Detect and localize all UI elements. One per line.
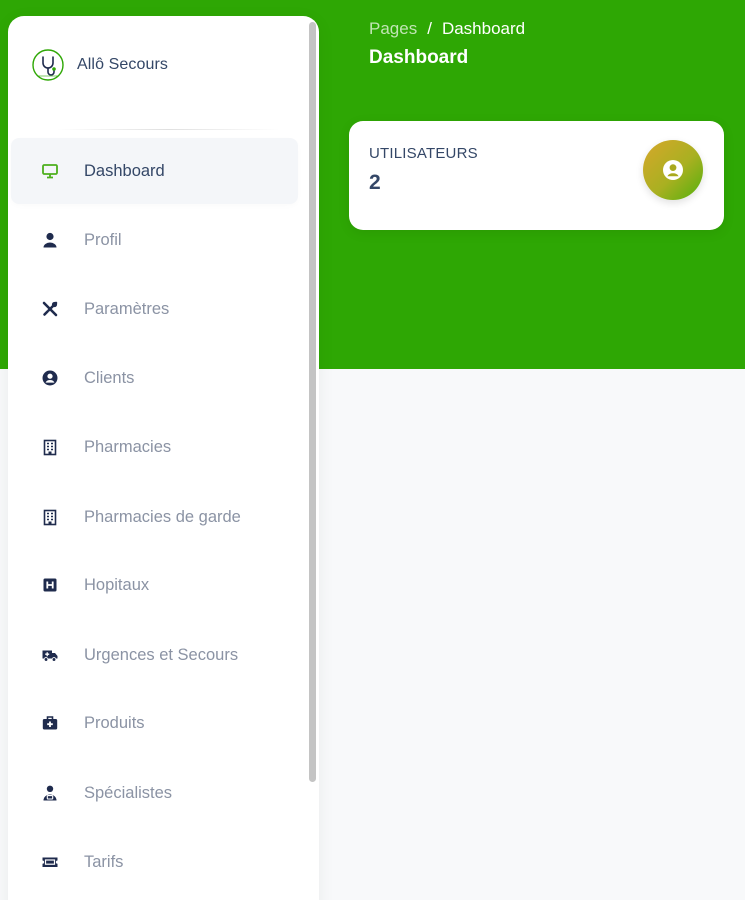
sidebar-item-label: Urgences et Secours <box>84 645 239 664</box>
breadcrumb: Pages / Dashboard <box>369 19 525 39</box>
brand-name: Allô Secours <box>77 56 169 73</box>
sidebar-item-label: Spécialistes <box>84 783 173 802</box>
sidebar-item-label: Dashboard <box>84 161 165 180</box>
user-circle-icon <box>663 160 683 180</box>
sidebar-item-produits[interactable]: Produits <box>11 690 298 756</box>
user-icon <box>40 230 60 250</box>
sidebar-item-pharmacies[interactable]: Pharmacies <box>11 414 298 480</box>
sidebar-item-label: Produits <box>84 713 145 732</box>
sidebar-item-label: Paramètres <box>84 299 170 318</box>
building-icon <box>40 437 60 457</box>
sidebar-item-clients[interactable]: Clients <box>11 345 298 411</box>
stat-value: 2 <box>369 171 381 194</box>
ticket-icon <box>40 852 60 872</box>
breadcrumb-current: Dashboard <box>441 19 526 38</box>
sidebar-item-dashboard[interactable]: Dashboard <box>11 138 298 204</box>
user-circle-icon <box>40 368 60 388</box>
stat-label: UTILISATEURS <box>369 145 478 162</box>
sidebar-scrollbar[interactable] <box>309 22 316 782</box>
stethoscope-logo-icon <box>32 49 64 81</box>
sidebar-item-label: Clients <box>84 368 135 387</box>
breadcrumb-link-pages[interactable]: Pages <box>369 19 417 39</box>
stat-icon-badge <box>643 140 703 200</box>
page-title: Dashboard <box>369 47 469 68</box>
sidebar-item-profil[interactable]: Profil <box>11 207 298 273</box>
sidebar-item-hopitaux[interactable]: Hopitaux <box>11 552 298 618</box>
hospital-icon <box>40 575 60 595</box>
sidebar-item-label: Profil <box>84 230 122 249</box>
stat-card-users: UTILISATEURS 2 <box>349 121 724 230</box>
ambulance-icon <box>40 645 60 665</box>
building-icon <box>40 507 60 527</box>
sidebar-item-urgences-et-secours[interactable]: Urgences et Secours <box>11 622 298 688</box>
sidebar-item-label: Pharmacies de garde <box>84 507 241 526</box>
medkit-icon <box>40 713 60 733</box>
sidebar-item-tarifs[interactable]: Tarifs <box>11 829 298 895</box>
doctor-icon <box>40 783 60 803</box>
tools-icon <box>40 299 60 319</box>
sidebar-divider <box>56 129 280 130</box>
brand-link[interactable]: Allô Secours <box>32 48 168 82</box>
sidebar-item-specialistes[interactable]: Spécialistes <box>11 760 298 826</box>
sidebar-item-label: Hopitaux <box>84 575 150 594</box>
sidebar-item-label: Tarifs <box>84 852 124 871</box>
sidebar-item-label: Pharmacies <box>84 437 172 456</box>
sidebar-item-pharmacies-de-garde[interactable]: Pharmacies de garde <box>11 484 298 550</box>
breadcrumb-separator: / <box>427 19 432 38</box>
sidebar-item-parametres[interactable]: Paramètres <box>11 276 298 342</box>
monitor-icon <box>40 161 60 181</box>
